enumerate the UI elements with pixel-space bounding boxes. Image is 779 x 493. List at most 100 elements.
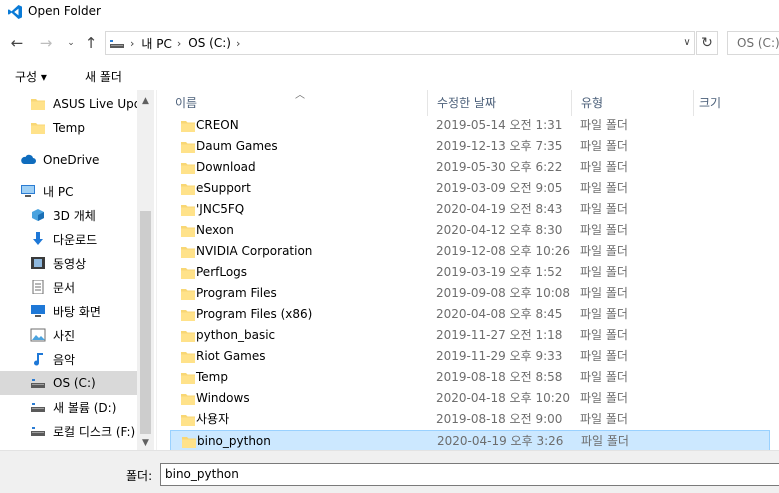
folder-icon (180, 203, 195, 216)
chevron-down-icon[interactable]: ∨ (680, 36, 694, 50)
folder-label: 폴더: (126, 469, 153, 483)
table-row[interactable]: Download 2019-05-30 오후 6:22 파일 폴더 (170, 157, 770, 178)
chevron-right-icon[interactable]: › (130, 37, 134, 50)
cell-name: python_basic (196, 328, 276, 342)
nav-item[interactable]: OS (C:) (0, 371, 137, 395)
window-title: Open Folder (28, 4, 101, 18)
folder-name-input[interactable]: bino_python (160, 463, 779, 486)
computer-icon (20, 184, 36, 198)
table-row[interactable]: NVIDIA Corporation 2019-12-08 오후 10:26 파일 … (170, 241, 770, 262)
nav-item[interactable]: 동영상 (0, 251, 137, 275)
download-icon (30, 232, 46, 246)
chevron-right-icon[interactable]: › (236, 37, 240, 50)
cell-type: 파일 폴더 (580, 223, 628, 237)
up-arrow-icon[interactable]: ↑ (82, 34, 100, 52)
nav-item-label: 3D 개체 (53, 208, 96, 223)
scroll-up-icon[interactable]: ▲ (137, 93, 154, 110)
table-row[interactable]: Daum Games 2019-12-13 오후 7:35 파일 폴더 (170, 136, 770, 157)
table-row[interactable]: python_basic 2019-11-27 오전 1:18 파일 폴더 (170, 325, 770, 346)
cell-type: 파일 폴더 (580, 118, 628, 132)
breadcrumb-item-os-c[interactable]: OS (C:) (188, 36, 231, 50)
cell-date: 2019-03-09 오전 9:05 (436, 181, 563, 195)
nav-item[interactable]: 사진 (0, 323, 137, 347)
table-row[interactable]: Temp 2019-08-18 오전 8:58 파일 폴더 (170, 367, 770, 388)
cell-name: Nexon (196, 223, 234, 237)
folder-icon (180, 140, 195, 153)
cell-name: Temp (196, 370, 228, 384)
nav-item-label: 로컬 디스크 (F:) (53, 424, 136, 439)
cell-type: 파일 폴더 (580, 328, 628, 342)
refresh-icon[interactable]: ↻ (696, 31, 718, 55)
table-row[interactable]: bino_python 2020-04-19 오후 3:26 파일 폴더 (170, 430, 770, 450)
back-arrow-icon[interactable]: ← (8, 34, 26, 52)
cell-name: PerfLogs (196, 265, 248, 279)
cell-date: 2019-11-27 오전 1:18 (436, 328, 563, 342)
folder-icon (180, 287, 195, 300)
nav-item-label: 사진 (53, 328, 76, 343)
address-bar[interactable]: › 내 PC › OS (C:) › ∨ (105, 31, 695, 55)
table-row[interactable]: eSupport 2019-03-09 오전 9:05 파일 폴더 (170, 178, 770, 199)
table-row[interactable]: Program Files 2019-09-08 오후 10:08 파일 폴더 (170, 283, 770, 304)
column-header-name[interactable]: 이름 ︿ (157, 90, 417, 116)
cell-date: 2019-08-18 오전 8:58 (436, 370, 563, 384)
cell-date: 2019-11-29 오후 9:33 (436, 349, 563, 363)
folder-icon (181, 435, 196, 448)
table-row[interactable]: Nexon 2020-04-12 오후 8:30 파일 폴더 (170, 220, 770, 241)
nav-item[interactable]: 로컬 디스크 (F:) (0, 419, 137, 443)
cell-name: Windows (196, 391, 250, 405)
picture-icon (30, 328, 46, 342)
table-row[interactable]: Riot Games 2019-11-29 오후 9:33 파일 폴더 (170, 346, 770, 367)
cell-name: 사용자 (196, 412, 230, 426)
cell-name: Program Files (x86) (196, 307, 313, 321)
nav-item[interactable]: 바탕 화면 (0, 299, 137, 323)
nav-item[interactable]: ASUS Live Upda (0, 92, 137, 116)
drive-icon (30, 424, 46, 438)
video-icon (30, 256, 46, 270)
cell-type: 파일 폴더 (580, 139, 628, 153)
cell-type: 파일 폴더 (580, 244, 628, 258)
nav-item[interactable]: 다운로드 (0, 227, 137, 251)
nav-item[interactable]: 새 볼륨 (D:) (0, 395, 137, 419)
cell-date: 2020-04-12 오후 8:30 (436, 223, 563, 237)
organize-button[interactable]: 구성 ▾ (15, 68, 47, 85)
column-header-date[interactable]: 수정한 날짜 (419, 90, 559, 116)
column-header-type[interactable]: 유형 (563, 90, 683, 116)
forward-arrow-icon[interactable]: → (37, 34, 55, 52)
nav-item[interactable]: 음악 (0, 347, 137, 371)
cell-name: bino_python (197, 434, 271, 448)
nav-item[interactable]: 3D 개체 (0, 203, 137, 227)
cell-date: 2020-04-19 오후 3:26 (437, 434, 564, 448)
folder-icon (180, 266, 195, 279)
cell-name: eSupport (196, 181, 251, 195)
recent-locations-chevron-icon[interactable]: ⌄ (62, 34, 80, 52)
folder-icon (30, 97, 46, 111)
scroll-down-icon[interactable]: ▼ (137, 435, 154, 450)
new-folder-button[interactable]: 새 폴더 (85, 68, 122, 85)
cell-type: 파일 폴더 (580, 412, 628, 426)
table-row[interactable]: PerfLogs 2019-03-19 오후 1:52 파일 폴더 (170, 262, 770, 283)
column-header-size[interactable]: 크기 (681, 90, 771, 116)
nav-scrollbar[interactable]: ▲ ▼ (137, 90, 154, 450)
nav-item[interactable]: 문서 (0, 275, 137, 299)
nav-item[interactable]: Temp (0, 116, 137, 140)
table-row[interactable]: 'JNC5FQ 2020-04-19 오전 8:43 파일 폴더 (170, 199, 770, 220)
file-list: 이름 ︿ 수정한 날짜 유형 크기 CREON 2019-05-14 오전 1:3… (157, 90, 779, 450)
vscode-icon (8, 5, 22, 19)
table-row[interactable]: Program Files (x86) 2020-04-08 오후 8:45 파일 … (170, 304, 770, 325)
scroll-thumb[interactable] (140, 211, 151, 434)
cell-type: 파일 폴더 (580, 286, 628, 300)
table-row[interactable]: 사용자 2019-08-18 오전 9:00 파일 폴더 (170, 409, 770, 430)
table-row[interactable]: Windows 2020-04-18 오후 10:20 파일 폴더 (170, 388, 770, 409)
nav-item-label: 동영상 (53, 256, 87, 271)
nav-item[interactable]: OneDrive (0, 148, 137, 172)
nav-item[interactable]: 내 PC (0, 179, 137, 203)
cell-type: 파일 폴더 (580, 391, 628, 405)
table-row[interactable]: CREON 2019-05-14 오전 1:31 파일 폴더 (170, 115, 770, 136)
folder-icon (30, 121, 46, 135)
breadcrumb-item-this-pc[interactable]: 내 PC (141, 35, 171, 52)
search-input[interactable]: OS (C:) (727, 31, 779, 55)
breadcrumb: › 내 PC › OS (C:) › (106, 32, 247, 54)
command-bar: 구성 ▾ 새 폴더 (0, 62, 779, 90)
music-icon (30, 352, 46, 366)
chevron-right-icon[interactable]: › (177, 37, 181, 50)
